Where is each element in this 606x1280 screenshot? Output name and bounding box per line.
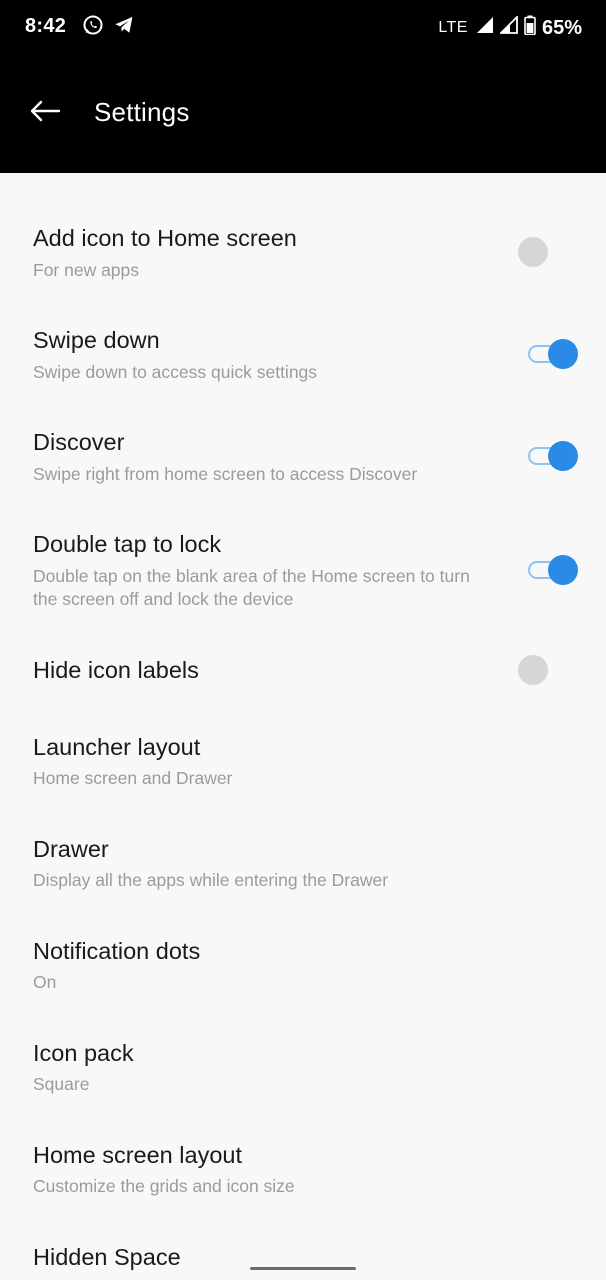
setting-hidden-space[interactable]: Hidden Space: [0, 1237, 606, 1280]
setting-title: Notification dots: [33, 938, 201, 964]
home-indicator[interactable]: [250, 1267, 356, 1270]
setting-title: Launcher layout: [33, 734, 201, 760]
toggle-thumb: [518, 655, 548, 685]
setting-drawer[interactable]: Drawer Display all the apps while enteri…: [0, 829, 606, 931]
setting-title: Icon pack: [33, 1040, 134, 1066]
setting-title: Hidden Space: [33, 1244, 181, 1270]
status-indicators: LTE 65%: [438, 14, 582, 41]
setting-title: Double tap to lock: [33, 531, 222, 557]
setting-subtitle: Swipe right from home screen to access D…: [33, 464, 418, 484]
back-arrow-icon: [29, 100, 61, 127]
toggle-thumb: [518, 237, 548, 267]
toggle-thumb: [548, 339, 578, 369]
setting-hide-icon-labels[interactable]: Hide icon labels: [0, 643, 606, 727]
setting-subtitle: Display all the apps while entering the …: [33, 870, 389, 890]
status-bar: 8:42 LTE 65%: [0, 0, 606, 54]
battery-percent: 65%: [541, 16, 582, 39]
setting-title: Drawer: [33, 836, 109, 862]
setting-launcher-layout[interactable]: Launcher layout Home screen and Drawer: [0, 727, 606, 829]
notification-icons: [82, 14, 135, 41]
network-type: LTE: [438, 19, 468, 36]
battery-icon: [524, 15, 536, 41]
status-time: 8:42: [25, 15, 67, 37]
telegram-icon: [113, 14, 135, 41]
setting-add-icon-to-home-screen[interactable]: Add icon to Home screen For new apps: [0, 213, 606, 315]
swipe-down-toggle[interactable]: [516, 337, 582, 371]
setting-icon-pack[interactable]: Icon pack Square: [0, 1033, 606, 1135]
setting-title: Home screen layout: [33, 1142, 242, 1168]
setting-subtitle: Swipe down to access quick settings: [33, 362, 318, 382]
setting-discover[interactable]: Discover Swipe right from home screen to…: [0, 417, 606, 519]
hide-icon-labels-toggle[interactable]: [516, 653, 582, 687]
add-icon-toggle[interactable]: [516, 235, 582, 269]
setting-title: Discover: [33, 429, 125, 455]
setting-title: Hide icon labels: [33, 657, 199, 683]
whatsapp-icon: [82, 14, 104, 41]
discover-toggle[interactable]: [516, 439, 582, 473]
setting-subtitle: On: [33, 972, 57, 992]
toggle-thumb: [548, 555, 578, 585]
setting-subtitle: Square: [33, 1074, 90, 1094]
toggle-thumb: [548, 441, 578, 471]
setting-subtitle: Home screen and Drawer: [33, 768, 233, 788]
signal-icon-secondary: [498, 14, 518, 40]
double-tap-to-lock-toggle[interactable]: [516, 553, 582, 587]
setting-title: Add icon to Home screen: [33, 225, 297, 251]
page-title: Settings: [94, 97, 190, 127]
setting-subtitle: Customize the grids and icon size: [33, 1176, 295, 1196]
setting-title: Swipe down: [33, 327, 160, 353]
signal-icon: [476, 16, 494, 40]
app-bar: Settings: [0, 54, 606, 173]
setting-swipe-down[interactable]: Swipe down Swipe down to access quick se…: [0, 315, 606, 417]
setting-double-tap-to-lock[interactable]: Double tap to lock Double tap on the bla…: [0, 519, 606, 643]
setting-notification-dots[interactable]: Notification dots On: [0, 931, 606, 1033]
back-button[interactable]: [22, 90, 68, 136]
setting-subtitle: For new apps: [33, 260, 140, 280]
setting-home-screen-layout[interactable]: Home screen layout Customize the grids a…: [0, 1135, 606, 1237]
setting-subtitle: Double tap on the blank area of the Home…: [33, 566, 470, 609]
